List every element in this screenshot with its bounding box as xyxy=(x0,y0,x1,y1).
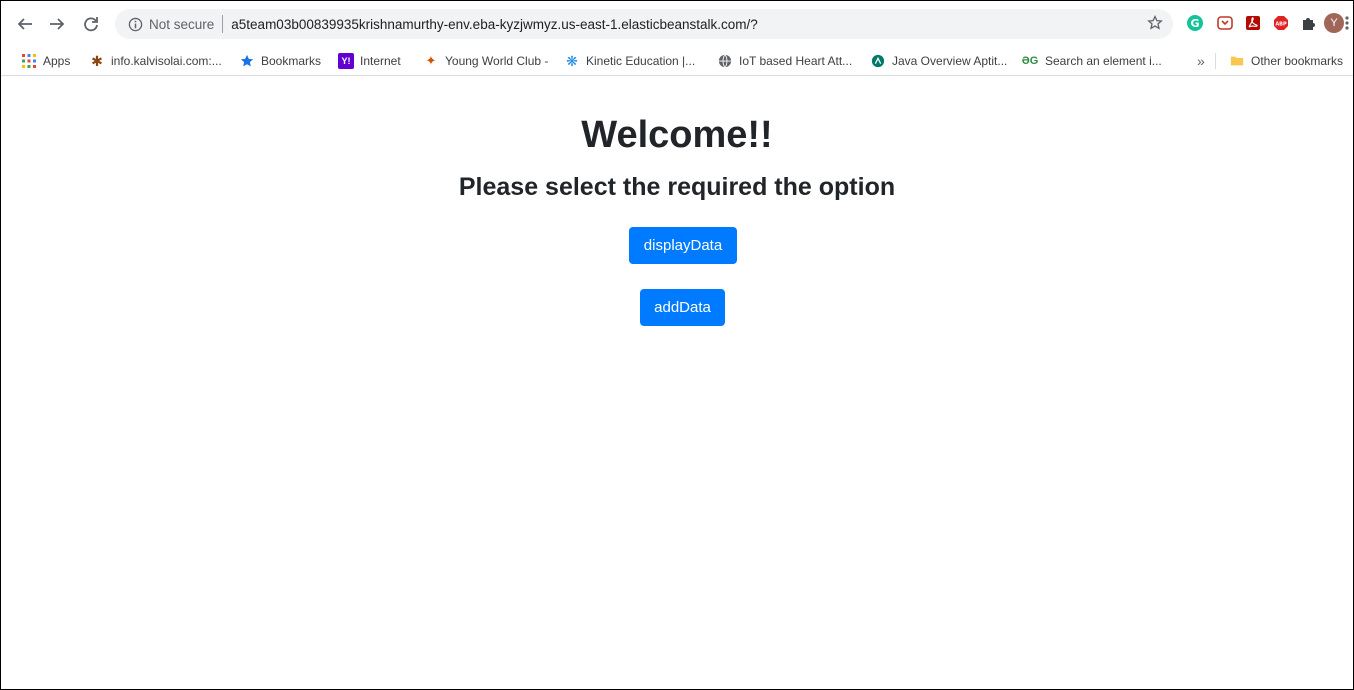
bookmark-internet[interactable]: Y! Internet xyxy=(338,47,401,75)
browser-window: Not secure a5team03b00839935krishnamurth… xyxy=(0,0,1354,690)
bookmark-star-icon[interactable] xyxy=(1147,14,1163,36)
bookmark-label: Apps xyxy=(43,54,71,68)
omnibox-divider xyxy=(222,15,224,33)
url-text[interactable]: a5team03b00839935krishnamurthy-env.eba-k… xyxy=(231,17,758,32)
kinetic-icon: ❋ xyxy=(566,52,578,69)
bookmark-label: Search an element i... xyxy=(1045,54,1162,68)
address-bar[interactable]: Not secure a5team03b00839935krishnamurth… xyxy=(115,9,1173,39)
reload-icon xyxy=(84,17,98,32)
extensions-puzzle-icon[interactable] xyxy=(1298,13,1318,33)
forward-button[interactable] xyxy=(43,10,71,38)
bookmarks-bar: Apps ✱ info.kalvisolai.com:... Bookmarks… xyxy=(1,47,1353,76)
yahoo-icon: Y! xyxy=(338,53,354,69)
arrow-right-icon xyxy=(50,18,65,30)
kalvisolai-icon: ✱ xyxy=(91,52,103,69)
page-content: Welcome!! Please select the required the… xyxy=(1,76,1353,689)
folder-icon xyxy=(1229,53,1245,69)
bookmarks-divider xyxy=(1215,47,1216,75)
profile-avatar[interactable]: Y xyxy=(1323,12,1345,34)
bookmark-label: IoT based Heart Att... xyxy=(739,54,853,68)
apps-grid-icon xyxy=(21,53,37,69)
geeksforgeeks-icon: ƏG xyxy=(1021,55,1039,67)
globe-icon xyxy=(717,53,733,69)
bookmark-bookmarks[interactable]: Bookmarks xyxy=(239,47,321,75)
bookmark-java[interactable]: Java Overview Aptit... xyxy=(870,47,1007,75)
java-icon xyxy=(870,53,886,69)
svg-text:ABP: ABP xyxy=(1275,22,1287,28)
grammarly-icon[interactable]: G xyxy=(1185,13,1205,33)
bookmark-label: Bookmarks xyxy=(261,54,322,68)
display-data-button[interactable]: displayData xyxy=(629,227,737,264)
bookmark-kinetic[interactable]: ❋ Kinetic Education |... xyxy=(564,47,695,75)
page-subtitle: Please select the required the option xyxy=(458,173,896,201)
acrobat-icon[interactable] xyxy=(1243,13,1263,33)
star-icon xyxy=(239,53,255,69)
profile-initial: Y xyxy=(1330,17,1338,29)
bookmark-label: info.kalvisolai.com:... xyxy=(111,54,222,68)
bookmarks-overflow-label: » xyxy=(1197,53,1205,69)
bookmark-label: Young World Club - xyxy=(445,54,549,68)
page-title: Welcome!! xyxy=(581,114,773,156)
add-data-button[interactable]: addData xyxy=(640,289,725,326)
svg-text:G: G xyxy=(1190,17,1199,30)
bookmark-young-world[interactable]: ✦ Young World Club - xyxy=(423,47,549,75)
browser-menu-icon[interactable] xyxy=(1343,13,1351,33)
bookmark-label: Other bookmarks xyxy=(1251,54,1344,68)
adblock-icon[interactable]: ABP xyxy=(1271,13,1291,33)
browser-toolbar: Not secure a5team03b00839935krishnamurth… xyxy=(1,1,1353,47)
bookmark-label: Kinetic Education |... xyxy=(586,54,696,68)
young-world-icon: ✦ xyxy=(425,53,437,68)
arrow-left-icon xyxy=(17,18,32,30)
bookmark-apps[interactable]: Apps xyxy=(21,47,70,75)
bookmark-geeksforgeeks[interactable]: ƏG Search an element i... xyxy=(1021,47,1162,75)
info-icon[interactable] xyxy=(127,16,143,32)
bookmark-kalvisolai[interactable]: ✱ info.kalvisolai.com:... xyxy=(89,47,222,75)
bookmark-other[interactable]: Other bookmarks xyxy=(1229,47,1343,75)
bookmark-label: Java Overview Aptit... xyxy=(892,54,1008,68)
back-button[interactable] xyxy=(11,10,39,38)
bookmark-label: Internet xyxy=(360,54,401,68)
bookmark-iot[interactable]: IoT based Heart Att... xyxy=(717,47,852,75)
pocket-icon[interactable] xyxy=(1215,13,1235,33)
bookmarks-overflow-button[interactable]: » xyxy=(1197,47,1205,75)
security-label: Not secure xyxy=(149,16,215,32)
reload-button[interactable] xyxy=(77,10,105,38)
